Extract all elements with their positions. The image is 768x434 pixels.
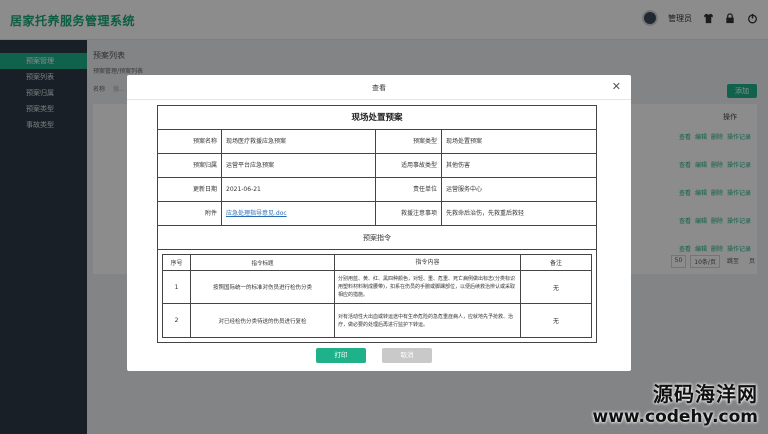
col-content: 指令内容	[335, 255, 521, 270]
plan-ownership-value: 运营平台应急预案	[222, 154, 376, 177]
info-row: 预案归属 运营平台应急预案 适用事故类型 其他伤害	[158, 154, 596, 178]
cmd-content: 对有活动性大出血或转运途中有生命危险的急危重症病人，应就地先予抢救、治疗，做必要…	[335, 304, 521, 337]
watermark-title: 源码海洋网	[653, 382, 758, 406]
cancel-button[interactable]: 取消	[382, 348, 432, 363]
plan-type-label: 预案类型	[376, 130, 442, 153]
close-icon[interactable]: ✕	[612, 80, 621, 93]
divider	[127, 99, 631, 100]
plan-name-value: 现场医疗救援应急预案	[222, 130, 376, 153]
info-row: 预案名称 现场医疗救援应急预案 预案类型 现场处置预案	[158, 130, 596, 154]
plan-ownership-label: 预案归属	[158, 154, 222, 177]
cmd-content: 分别用蓝、黄、红、黑四种颜色，对轻、重、危重、死亡病例做出标志(分类标识用塑料材…	[335, 271, 521, 303]
table-row: 1 按照国际统一的标准对伤员进行检伤分类 分别用蓝、黄、红、黑四种颜色，对轻、重…	[163, 271, 591, 304]
update-date-label: 更新日期	[158, 178, 222, 201]
accident-type-label: 适用事故类型	[376, 154, 442, 177]
modal-title: 查看	[372, 84, 386, 92]
info-row: 更新日期 2021-06-21 责任单位 运营服务中心	[158, 178, 596, 202]
print-button[interactable]: 打印	[316, 348, 366, 363]
accident-type-value: 其他伤害	[446, 162, 471, 169]
section-title: 预案指令	[158, 226, 596, 250]
info-row: 附件 应急处理指导意见.doc 救援注意事项 先救命后治伤，先救重后救轻	[158, 202, 596, 226]
col-title: 指令标题	[191, 255, 335, 270]
cmd-title: 按照国际统一的标准对伤员进行检伤分类	[191, 271, 335, 303]
cmd-title: 对已经检伤分类待送的伤员进行复检	[191, 304, 335, 337]
update-date-value: 2021-06-21	[222, 178, 376, 201]
plan-name-label: 预案名称	[158, 130, 222, 153]
watermark-url: www.codehy.com	[592, 407, 759, 427]
attachment-link[interactable]: 应急处理指导意见.doc	[226, 210, 287, 217]
table-row: 2 对已经检伤分类待送的伤员进行复检 对有活动性大出血或转运途中有生命危险的急危…	[163, 304, 591, 337]
plan-detail-sheet: 现场处置预案 预案名称 现场医疗救援应急预案 预案类型 现场处置预案 预案归属 …	[157, 105, 597, 343]
col-no: 序号	[163, 255, 191, 270]
responsible-unit-label: 责任单位	[376, 178, 442, 201]
command-table-header: 序号 指令标题 指令内容 备注	[163, 255, 591, 271]
rescue-notes-value: 先救命后治伤，先救重后救轻	[446, 210, 525, 217]
cmd-no: 2	[163, 304, 191, 337]
cmd-note: 无	[552, 318, 559, 325]
responsible-unit-value: 运营服务中心	[446, 186, 483, 193]
rescue-notes-label: 救援注意事项	[376, 202, 442, 225]
view-modal: 查看 ✕ 现场处置预案 预案名称 现场医疗救援应急预案 预案类型 现场处置预案 …	[127, 75, 631, 371]
plan-type-value: 现场处置预案	[446, 138, 483, 145]
cmd-no: 1	[163, 271, 191, 303]
cmd-note: 无	[552, 284, 559, 292]
col-note: 备注	[549, 260, 562, 267]
watermark: 源码海洋网 www.codehy.com	[593, 378, 759, 427]
attachment-label: 附件	[158, 202, 222, 225]
command-table: 序号 指令标题 指令内容 备注 1 按照国际统一的标准对伤员进行检伤分类 分别用…	[162, 254, 592, 338]
sheet-title: 现场处置预案	[158, 106, 596, 130]
